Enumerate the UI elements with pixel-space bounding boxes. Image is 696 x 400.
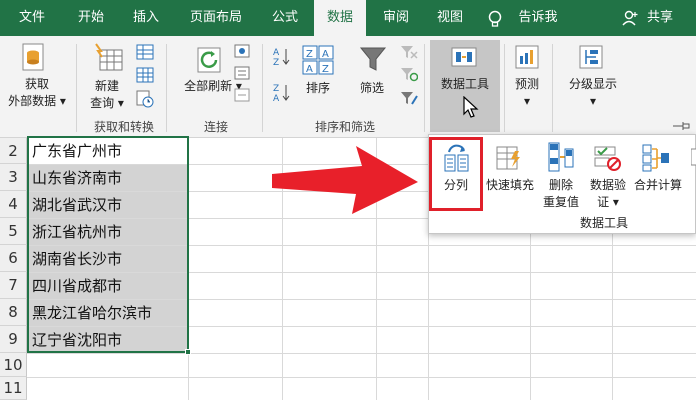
outline-button[interactable]: 分级显示 ▾ bbox=[560, 76, 626, 110]
forecast-icon bbox=[514, 44, 540, 70]
svg-text:A: A bbox=[306, 64, 313, 75]
selection-range-border bbox=[27, 136, 189, 353]
forecast-label: 预测 bbox=[514, 77, 539, 91]
data-validation-icon bbox=[593, 143, 623, 173]
outline-dropdown-icon: ▾ bbox=[589, 94, 597, 108]
show-queries-icon[interactable] bbox=[136, 44, 154, 60]
tab-review[interactable]: 审阅 bbox=[372, 0, 420, 36]
database-icon bbox=[20, 42, 46, 72]
red-arrow-annotation bbox=[268, 142, 424, 218]
filter-button[interactable]: 筛选 bbox=[352, 80, 392, 97]
row-header[interactable]: 8 bbox=[0, 299, 27, 326]
from-table-icon[interactable] bbox=[136, 67, 154, 83]
tab-tell-me[interactable]: 告诉我 bbox=[508, 0, 568, 36]
more-tools-icon[interactable] bbox=[690, 147, 696, 167]
remove-duplicates-label-1: 删除 bbox=[548, 178, 573, 192]
data-tools-icon bbox=[450, 44, 478, 70]
sort-az-icon[interactable]: AZ bbox=[272, 46, 292, 68]
row-divider bbox=[27, 377, 696, 378]
text-to-columns-button[interactable]: 分列 bbox=[433, 177, 479, 194]
advanced-filter-icon[interactable] bbox=[400, 90, 418, 106]
row-header[interactable]: 5 bbox=[0, 218, 27, 245]
svg-text:Z: Z bbox=[273, 84, 279, 94]
consolidate-button[interactable]: 合并计算 bbox=[631, 177, 685, 194]
get-external-data-label-1: 获取 bbox=[24, 77, 49, 91]
data-validation-label-2: 证 ▾ bbox=[597, 195, 619, 209]
svg-text:A: A bbox=[273, 48, 280, 58]
tab-home[interactable]: 开始 bbox=[68, 0, 114, 36]
recent-sources-icon[interactable] bbox=[136, 90, 154, 108]
pin-ribbon-icon[interactable] bbox=[672, 120, 690, 132]
row-header[interactable]: 10 bbox=[0, 353, 27, 377]
text-to-columns-icon bbox=[443, 143, 471, 173]
row-header[interactable]: 6 bbox=[0, 245, 27, 272]
forecast-dropdown-icon: ▾ bbox=[523, 94, 531, 108]
share-button[interactable]: 共享 bbox=[640, 0, 680, 36]
consolidate-icon bbox=[641, 143, 671, 173]
outline-label: 分级显示 bbox=[568, 77, 617, 91]
sort-button[interactable]: 排序 bbox=[298, 80, 338, 97]
get-external-data-button[interactable]: 获取 外部数据 ▾ bbox=[4, 76, 70, 110]
tab-insert[interactable]: 插入 bbox=[122, 0, 170, 36]
new-query-label-2: 查询 ▾ bbox=[90, 96, 124, 110]
row-header[interactable]: 2 bbox=[0, 138, 27, 164]
user-icon bbox=[622, 10, 638, 26]
fill-handle[interactable] bbox=[185, 349, 191, 355]
group-label-get-transform: 获取和转换 bbox=[93, 120, 154, 134]
row-divider bbox=[27, 353, 696, 354]
properties-icon[interactable] bbox=[234, 66, 250, 80]
row-header[interactable]: 9 bbox=[0, 326, 27, 353]
new-query-label-1: 新建 bbox=[94, 79, 119, 93]
group-label-connections: 连接 bbox=[203, 120, 228, 134]
flash-fill-button[interactable]: 快速填充 bbox=[483, 177, 537, 194]
lightbulb-icon bbox=[488, 10, 502, 28]
row-header[interactable]: 3 bbox=[0, 164, 27, 191]
group-label-sort-filter: 排序和筛选 bbox=[314, 120, 375, 134]
flash-fill-icon bbox=[495, 143, 523, 173]
outline-icon bbox=[578, 44, 604, 70]
sort-icon: ZAAZ bbox=[302, 44, 334, 76]
edit-links-icon[interactable] bbox=[234, 88, 250, 102]
new-query-button[interactable]: 新建 查询 ▾ bbox=[84, 78, 130, 112]
svg-text:A: A bbox=[273, 94, 280, 102]
row-header[interactable]: 7 bbox=[0, 272, 27, 299]
ribbon-tab-bar: 文件 开始 插入 页面布局 公式 数据 审阅 视图 告诉我 共享 bbox=[0, 0, 696, 36]
tab-view[interactable]: 视图 bbox=[426, 0, 474, 36]
tab-page-layout[interactable]: 页面布局 bbox=[178, 0, 254, 36]
new-query-icon bbox=[92, 42, 126, 74]
remove-duplicates-label-2: 重复值 bbox=[542, 195, 579, 209]
remove-duplicates-button[interactable]: 删除 重复值 bbox=[537, 177, 585, 211]
connections-icon[interactable] bbox=[234, 44, 250, 58]
filter-icon bbox=[358, 44, 388, 74]
svg-text:Z: Z bbox=[322, 64, 329, 75]
data-tools-label: 数据工具 bbox=[440, 77, 489, 91]
svg-text:A: A bbox=[322, 49, 329, 60]
refresh-icon bbox=[196, 46, 226, 76]
data-validation-button[interactable]: 数据验 证 ▾ bbox=[585, 177, 631, 211]
svg-text:Z: Z bbox=[273, 58, 279, 66]
row-header[interactable]: 11 bbox=[0, 377, 27, 400]
tab-formulas[interactable]: 公式 bbox=[262, 0, 308, 36]
clear-filter-icon[interactable] bbox=[400, 44, 418, 60]
row-header[interactable]: 4 bbox=[0, 191, 27, 218]
data-validation-label-1: 数据验 bbox=[589, 178, 626, 192]
data-tools-popup: 分列 快速填充 删除 重复值 数据验 证 ▾ 合并计算 数据工具 bbox=[428, 134, 696, 234]
forecast-button[interactable]: 预测 ▾ bbox=[506, 76, 548, 110]
remove-duplicates-icon bbox=[547, 141, 575, 173]
sort-za-icon[interactable]: ZA bbox=[272, 82, 292, 104]
mouse-cursor-icon bbox=[462, 95, 480, 120]
get-external-data-label-2: 外部数据 ▾ bbox=[8, 94, 66, 108]
tab-data[interactable]: 数据 bbox=[314, 0, 366, 36]
svg-text:Z: Z bbox=[306, 49, 313, 60]
tab-file[interactable]: 文件 bbox=[4, 0, 60, 36]
popup-group-label: 数据工具 bbox=[579, 216, 628, 230]
reapply-icon[interactable] bbox=[400, 66, 419, 82]
